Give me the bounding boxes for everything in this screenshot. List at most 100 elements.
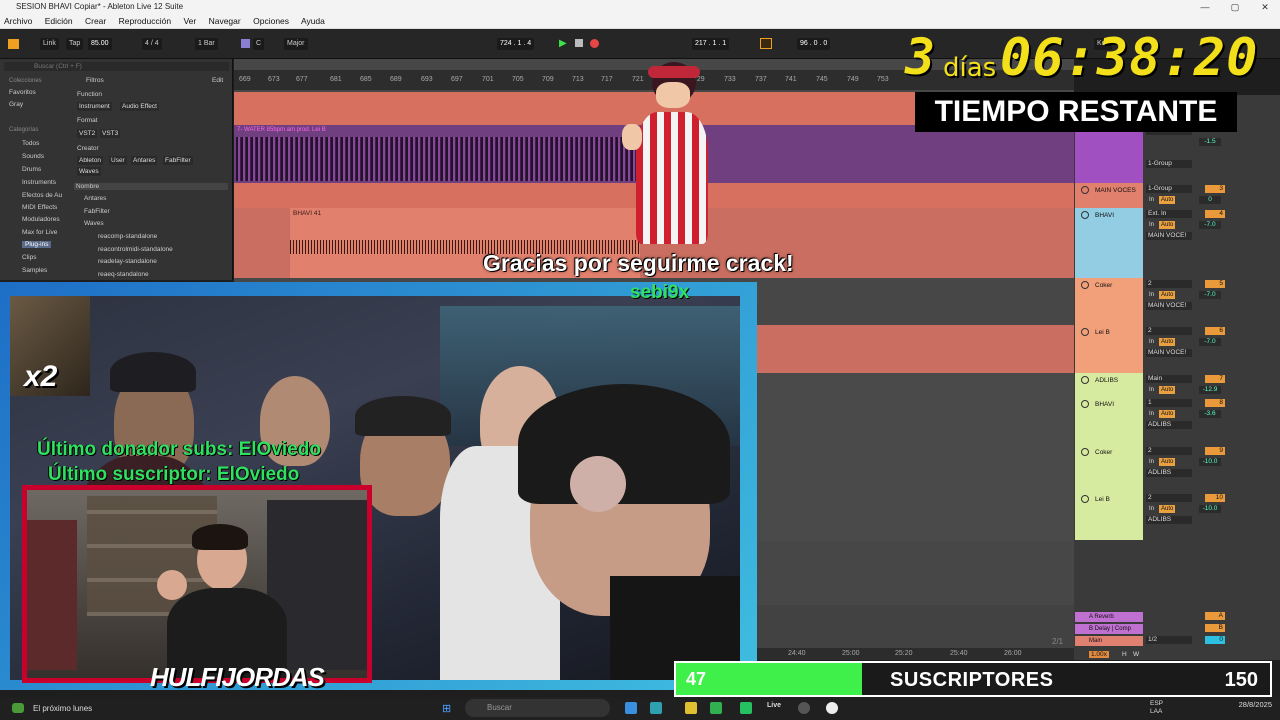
folder-fabfilter[interactable]: FabFilter: [84, 208, 110, 215]
track-output-select[interactable]: ADLIBS: [1146, 469, 1192, 477]
key-select[interactable]: C: [253, 38, 265, 50]
track-volume[interactable]: -7.0: [1199, 291, 1221, 299]
category-samples[interactable]: Samples: [22, 267, 47, 274]
time-signature[interactable]: 4 / 4: [142, 38, 162, 50]
fold-icon[interactable]: [1081, 376, 1089, 384]
format-vst2-chip[interactable]: VST2: [77, 129, 98, 138]
taskbar-clock[interactable]: 28/8/2025: [1239, 700, 1272, 709]
category-sounds[interactable]: Sounds: [22, 153, 44, 160]
tap-button[interactable]: Tap: [66, 38, 84, 50]
track-number[interactable]: 4: [1205, 210, 1225, 218]
track-header[interactable]: MAIN VOCES: [1075, 183, 1143, 208]
track-number[interactable]: 9: [1205, 447, 1225, 455]
folder-waves[interactable]: Waves: [84, 220, 104, 227]
track-volume[interactable]: -3.6: [1199, 410, 1221, 418]
scale-select[interactable]: Major: [284, 38, 308, 50]
monitor-in-button[interactable]: In: [1147, 410, 1156, 418]
track-volume[interactable]: -10.0: [1199, 458, 1221, 466]
fold-icon[interactable]: [1081, 400, 1089, 408]
monitor-auto-button[interactable]: Auto: [1159, 291, 1176, 299]
track-input-select[interactable]: Main: [1146, 375, 1192, 383]
track-input-select[interactable]: 2: [1146, 327, 1192, 335]
plugin-item[interactable]: reacontrolmidi-standalone: [98, 246, 173, 253]
function-filter-label[interactable]: Function: [77, 91, 102, 98]
menu-edicion[interactable]: Edición: [45, 16, 73, 26]
menu-archivo[interactable]: Archivo: [4, 16, 32, 26]
close-button[interactable]: ✕: [1250, 0, 1280, 14]
track-output-select[interactable]: MAIN VOCE!: [1146, 302, 1192, 310]
monitor-auto-button[interactable]: Auto: [1159, 458, 1176, 466]
track-input-select[interactable]: 2: [1146, 447, 1192, 455]
monitor-auto-button[interactable]: Auto: [1159, 505, 1176, 513]
creator-waves-chip[interactable]: Waves: [77, 167, 101, 176]
language-indicator[interactable]: ESP LAA: [1150, 700, 1163, 716]
filters-label[interactable]: Filtros: [86, 77, 104, 84]
main-output-select[interactable]: 1/2: [1146, 636, 1192, 644]
format-filter-label[interactable]: Format: [77, 117, 98, 124]
weather-text[interactable]: El próximo lunes: [33, 704, 92, 713]
monitor-auto-button[interactable]: Auto: [1159, 338, 1176, 346]
tempo-field[interactable]: 85.00: [88, 38, 112, 50]
category-modulators[interactable]: Moduladores: [22, 216, 60, 223]
category-todos[interactable]: Todos: [22, 140, 39, 147]
creator-fabfilter-chip[interactable]: FabFilter: [163, 156, 193, 165]
creator-ableton-chip[interactable]: Ableton: [77, 156, 104, 165]
browser-icon[interactable]: [710, 702, 722, 714]
track-volume[interactable]: 0: [1199, 196, 1221, 204]
link-button[interactable]: Link: [40, 38, 59, 50]
monitor-auto-button[interactable]: Auto: [1159, 196, 1176, 204]
monitor-auto-button[interactable]: Auto: [1159, 221, 1176, 229]
menu-ver[interactable]: Ver: [183, 16, 196, 26]
collection-gray[interactable]: Gray: [9, 101, 23, 108]
water-track-header[interactable]: [1075, 125, 1143, 183]
track-volume[interactable]: -7.0: [1199, 338, 1221, 346]
maximize-button[interactable]: ▢: [1220, 0, 1250, 14]
return-a-number[interactable]: A: [1205, 612, 1225, 620]
track-volume[interactable]: -7.0: [1199, 221, 1221, 229]
folder-antares[interactable]: Antares: [84, 195, 106, 202]
weather-icon[interactable]: [12, 703, 24, 713]
song-position[interactable]: 724 . 1 . 4: [497, 38, 535, 50]
creator-user-chip[interactable]: User: [109, 156, 127, 165]
play-icon[interactable]: ▶: [559, 38, 567, 49]
return-a-reverb[interactable]: A Reverb: [1075, 612, 1143, 622]
category-plugins[interactable]: Plug-ins: [22, 241, 52, 248]
record-icon[interactable]: [590, 39, 599, 48]
track-header[interactable]: Coker: [1075, 445, 1143, 492]
monitor-in-button[interactable]: In: [1147, 196, 1156, 204]
quantize-select[interactable]: 1 Bar: [195, 38, 218, 50]
fold-icon[interactable]: [1081, 281, 1089, 289]
track-input-select[interactable]: 1-Group: [1146, 185, 1192, 193]
track-input-select[interactable]: Ext. In: [1146, 210, 1192, 218]
category-audio-effects[interactable]: Efectos de Au: [22, 192, 62, 199]
track-header[interactable]: ADLIBS: [1075, 373, 1143, 397]
fold-icon[interactable]: [1081, 211, 1089, 219]
fold-icon[interactable]: [1081, 448, 1089, 456]
water-volume[interactable]: -1.5: [1199, 138, 1221, 146]
scale-mode-icon[interactable]: [241, 39, 250, 48]
return-b-number[interactable]: B: [1205, 624, 1225, 632]
stop-icon[interactable]: [575, 39, 583, 47]
app-icon[interactable]: [650, 702, 662, 714]
category-instruments[interactable]: Instruments: [22, 179, 56, 186]
w-button[interactable]: W: [1133, 651, 1139, 658]
track-header[interactable]: Lei B: [1075, 492, 1143, 540]
category-drums[interactable]: Drums: [22, 166, 41, 173]
menu-ayuda[interactable]: Ayuda: [301, 16, 325, 26]
h-button[interactable]: H: [1122, 651, 1127, 658]
format-vst3-chip[interactable]: VST3: [100, 129, 121, 138]
monitor-auto-button[interactable]: Auto: [1159, 386, 1176, 394]
name-column-header[interactable]: Nombre: [74, 183, 228, 190]
menu-navegar[interactable]: Navegar: [209, 16, 241, 26]
track-output-select[interactable]: ADLIBS: [1146, 421, 1192, 429]
main-number[interactable]: 0: [1205, 636, 1225, 644]
track-input-select[interactable]: 2: [1146, 494, 1192, 502]
category-midi-effects[interactable]: MIDI Effects: [22, 204, 57, 211]
plugin-item[interactable]: readelay-standalone: [98, 258, 157, 265]
track-volume[interactable]: -12.9: [1199, 386, 1221, 394]
whatsapp-icon[interactable]: [740, 702, 752, 714]
start-icon[interactable]: ⊞: [442, 702, 451, 715]
track-output-select[interactable]: ADLIBS: [1146, 516, 1192, 524]
return-lanes[interactable]: [757, 605, 1074, 648]
monitor-in-button[interactable]: In: [1147, 221, 1156, 229]
